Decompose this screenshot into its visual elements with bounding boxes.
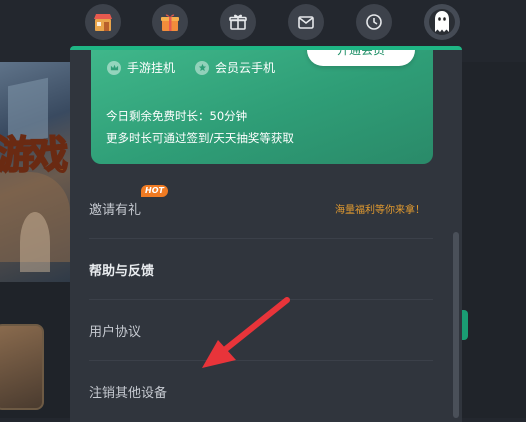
right-background xyxy=(462,62,526,418)
user-dropdown-menu: 手游挂机 会员云手机 开通会员 今日剩余免费时长：50分钟 更多时长可通过签到/… xyxy=(70,46,462,422)
menu-item-label: 注销其他设备 xyxy=(89,385,168,401)
remaining-time-text: 今日剩余免费时长：50分钟 xyxy=(106,109,248,123)
game-thumbnail-area xyxy=(0,282,70,418)
gift-icon xyxy=(229,14,247,30)
gift-button[interactable] xyxy=(220,4,256,40)
menu-item-logout-devices[interactable]: 注销其他设备 xyxy=(89,361,433,421)
menu-item-label: 帮助与反馈 xyxy=(89,263,155,279)
mail-icon xyxy=(298,16,314,29)
more-time-text: 更多时长可通过签到/天天抽奖等获取 xyxy=(106,131,294,145)
gift-box-button[interactable] xyxy=(152,4,188,40)
feature-mobile-hangup: 手游挂机 xyxy=(107,59,175,76)
open-vip-label: 开通会员 xyxy=(336,46,385,57)
feature-cloud-phone: 会员云手机 xyxy=(195,59,275,76)
feature-label: 手游挂机 xyxy=(127,61,176,75)
menu-scrollbar[interactable] xyxy=(453,232,459,418)
store-button[interactable] xyxy=(85,4,121,40)
menu-item-help[interactable]: 帮助与反馈 xyxy=(89,239,433,300)
star-icon xyxy=(195,60,209,75)
game-banner-art[interactable]: 游戏 xyxy=(0,62,70,282)
crown-icon xyxy=(107,60,121,75)
invite-promo-text: 海量福利等你来拿！ xyxy=(335,204,425,216)
message-button[interactable] xyxy=(288,4,324,40)
feature-label: 会员云手机 xyxy=(215,61,276,75)
menu-item-label: 邀请有礼 xyxy=(89,202,142,218)
clock-icon xyxy=(366,14,382,30)
game-title-art: 游戏 xyxy=(0,132,69,178)
gift-box-icon xyxy=(161,14,179,31)
menu-item-label: 用户协议 xyxy=(89,324,142,340)
hot-badge: HOT xyxy=(141,185,168,197)
game-thumbnail[interactable] xyxy=(0,324,44,410)
history-button[interactable] xyxy=(356,4,392,40)
store-icon xyxy=(94,14,112,31)
menu-item-invite[interactable]: 邀请有礼 HOT 海量福利等你来拿！ xyxy=(89,178,433,239)
menu-item-agreement[interactable]: 用户协议 xyxy=(89,300,433,361)
ghost-avatar-icon xyxy=(429,9,455,35)
character-shape xyxy=(20,212,50,272)
vip-card: 手游挂机 会员云手机 开通会员 今日剩余免费时长：50分钟 更多时长可通过签到/… xyxy=(91,46,433,164)
open-vip-button[interactable]: 开通会员 xyxy=(307,46,415,66)
user-avatar-button[interactable] xyxy=(424,4,460,40)
